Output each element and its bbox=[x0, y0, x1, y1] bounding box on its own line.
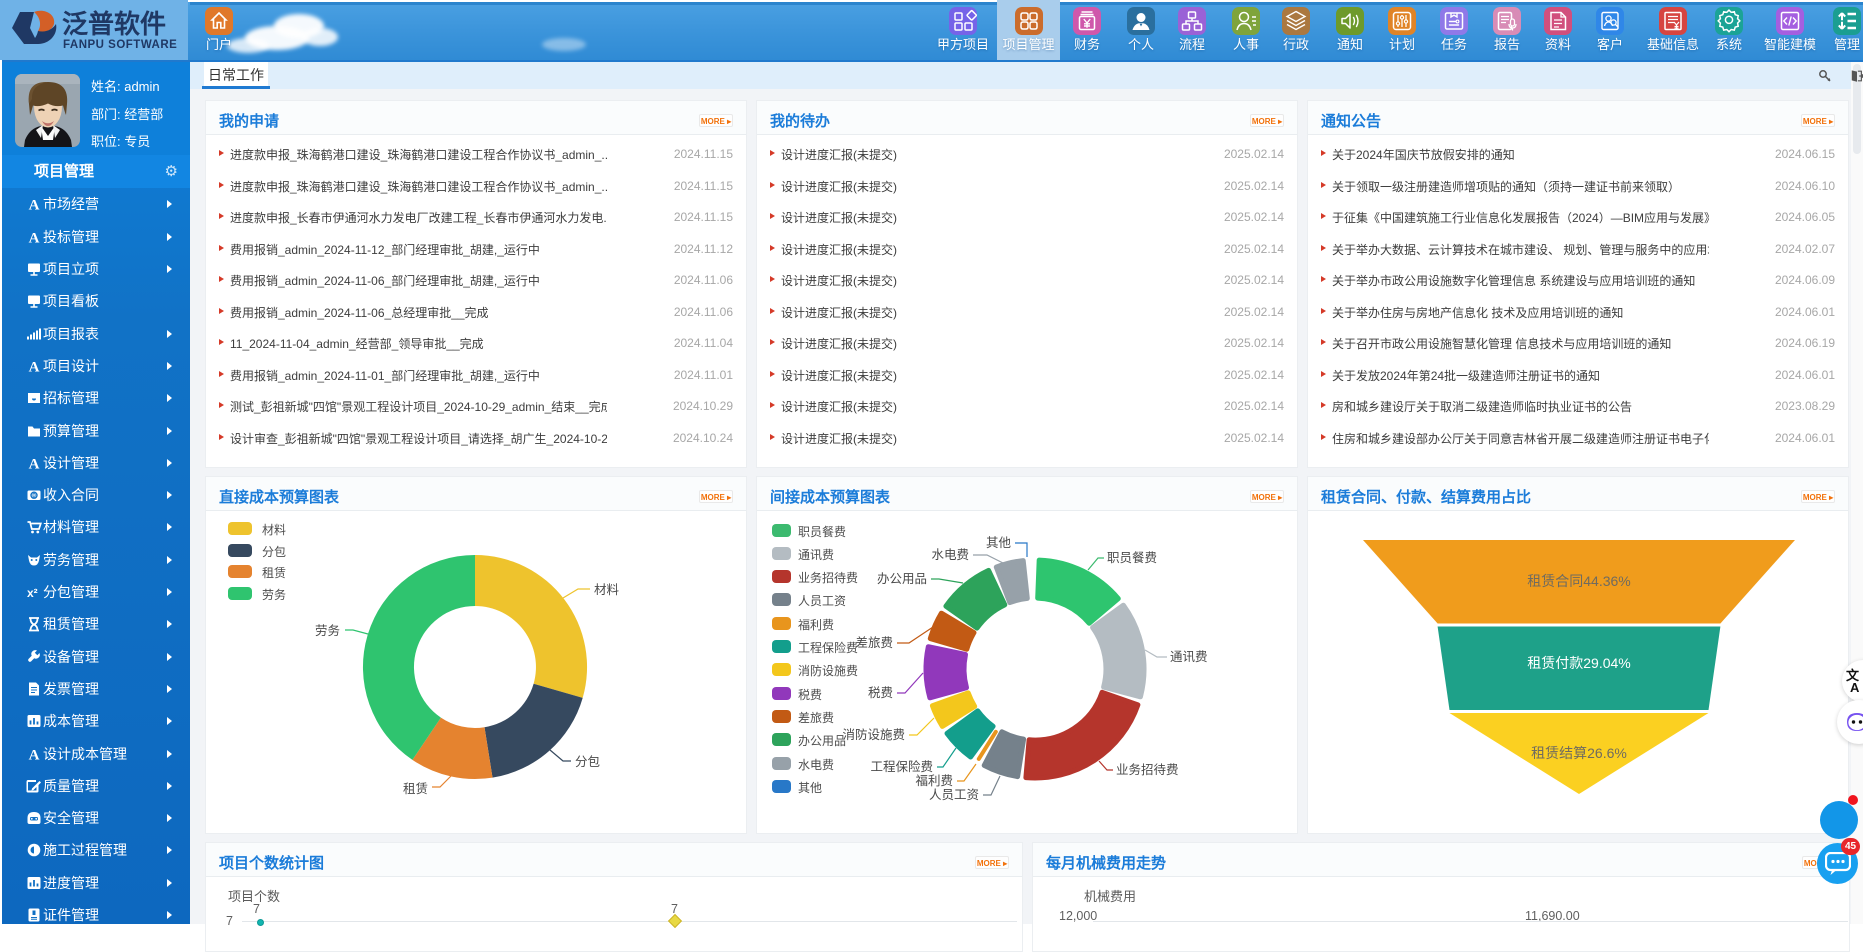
svg-text:租赁付款29.04%: 租赁付款29.04% bbox=[1527, 655, 1630, 671]
svg-text:租赁: 租赁 bbox=[403, 782, 428, 796]
svg-text:A: A bbox=[29, 230, 40, 245]
svg-text:分包: 分包 bbox=[575, 755, 600, 769]
svg-text:FANPU SOFTWARE: FANPU SOFTWARE bbox=[63, 39, 177, 51]
svg-text:其他: 其他 bbox=[986, 536, 1012, 550]
svg-text:材料: 材料 bbox=[594, 583, 620, 597]
svg-text:职员餐费: 职员餐费 bbox=[1107, 550, 1157, 565]
svg-text:消防设施费: 消防设施费 bbox=[842, 727, 905, 742]
svg-text:x²: x² bbox=[27, 586, 38, 600]
svg-text:劳务: 劳务 bbox=[315, 623, 340, 638]
svg-text:A: A bbox=[29, 747, 40, 762]
svg-text:业务招待费: 业务招待费 bbox=[1116, 762, 1179, 777]
svg-text:工程保险费: 工程保险费 bbox=[870, 759, 933, 774]
svg-text:通讯费: 通讯费 bbox=[1170, 650, 1208, 664]
svg-text:福利费: 福利费 bbox=[915, 773, 953, 788]
svg-text:A: A bbox=[1850, 680, 1860, 694]
svg-text:A: A bbox=[29, 456, 40, 471]
svg-text:差旅费: 差旅费 bbox=[855, 636, 893, 650]
svg-text:A: A bbox=[29, 359, 40, 374]
svg-text:办公用品: 办公用品 bbox=[877, 571, 927, 586]
svg-text:泛普软件: 泛普软件 bbox=[62, 9, 166, 39]
svg-text:租赁结算26.6%: 租赁结算26.6% bbox=[1531, 745, 1627, 761]
svg-text:租赁合同44.36%: 租赁合同44.36% bbox=[1527, 573, 1630, 589]
svg-text:水电费: 水电费 bbox=[931, 548, 969, 562]
svg-text:税费: 税费 bbox=[868, 686, 893, 700]
svg-text:人员工资: 人员工资 bbox=[929, 788, 979, 802]
svg-text:0: 0 bbox=[32, 493, 36, 500]
svg-text:A: A bbox=[29, 198, 40, 213]
